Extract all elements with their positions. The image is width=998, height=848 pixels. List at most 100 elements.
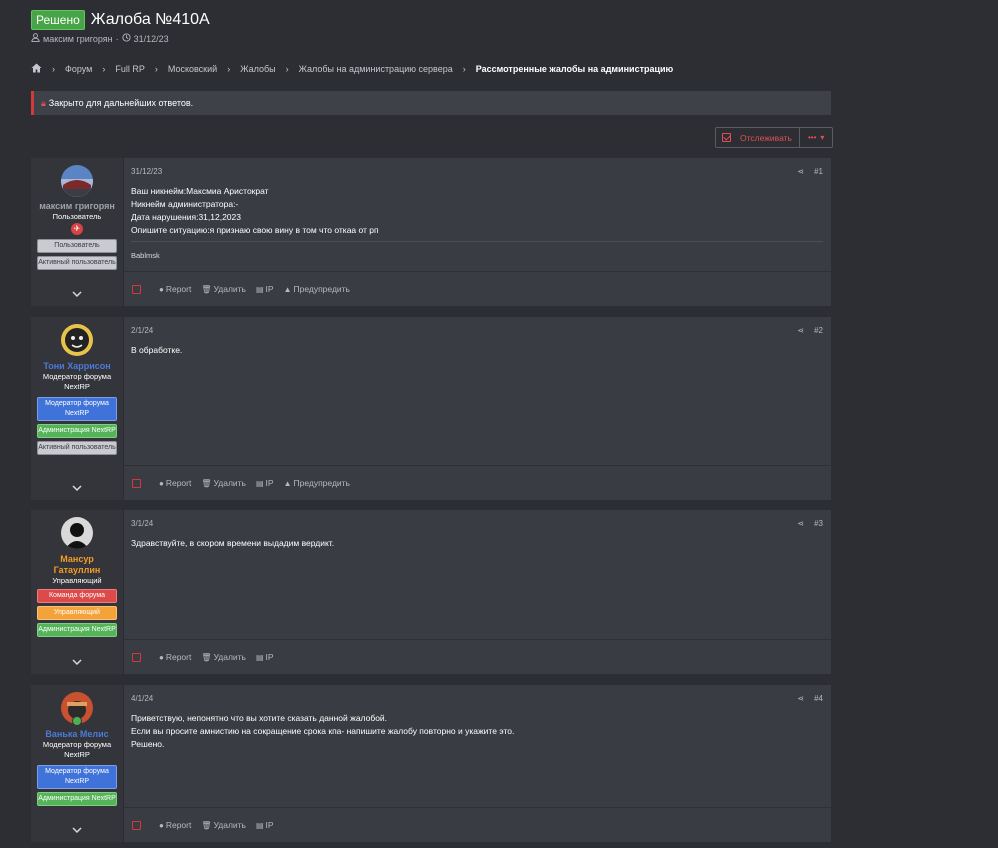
user-title: Управляющий	[52, 576, 102, 585]
chevron-down-icon[interactable]	[72, 484, 82, 495]
warn-button[interactable]: ▲ Предупредить	[284, 284, 350, 294]
breadcrumb-item[interactable]: Форум	[65, 64, 92, 74]
watch-label: Отслеживать	[740, 132, 792, 143]
user-banner: Модератор форума NextRP	[37, 765, 117, 789]
breadcrumb-item[interactable]: Московский	[168, 64, 217, 74]
more-menu-button[interactable]: ••• ▾	[800, 128, 832, 147]
user-banner: Администрация NextRP	[37, 424, 117, 438]
chevron-down-icon[interactable]	[72, 826, 82, 837]
thread-author-link[interactable]: максим григорян	[43, 34, 113, 44]
warning-icon: ▲	[283, 284, 292, 294]
post-user-panel: Тони Харрисон Модератор форума NextRP Мо…	[31, 317, 124, 500]
post-body: 31/12/23 ⋖ #1 Ваш никнейм:Максмиа Аристок…	[124, 158, 831, 306]
post-username[interactable]: максим григорян	[39, 201, 115, 212]
delete-button[interactable]: 🗑︎ Удалить	[201, 478, 246, 488]
trash-icon: 🗑︎	[201, 284, 212, 294]
user-banner: Команда форума	[37, 589, 117, 603]
report-button[interactable]: ● Report	[159, 284, 191, 294]
avatar[interactable]	[61, 692, 93, 726]
warn-button[interactable]: ▲ Предупредить	[284, 478, 350, 488]
post-number[interactable]: #1	[814, 167, 823, 176]
ip-button[interactable]: ▤ IP	[256, 652, 274, 662]
user-banner: Управляющий	[37, 606, 117, 620]
chevron-down-icon[interactable]	[72, 658, 82, 669]
post-number[interactable]: #4	[814, 694, 823, 703]
closed-notice: 🔒︎ Закрыто для дальнейших ответов.	[31, 91, 831, 115]
share-icon[interactable]: ⋖	[797, 167, 804, 176]
post-body: 4/1/24 ⋖ #4 Приветствую, непонятно что вы…	[124, 685, 831, 842]
avatar[interactable]	[61, 517, 93, 549]
share-icon[interactable]: ⋖	[797, 326, 804, 335]
breadcrumb: › Форум › Full RP › Московский › Жалобы …	[31, 63, 673, 75]
delete-button[interactable]: 🗑︎ Удалить	[201, 820, 246, 830]
delete-button[interactable]: 🗑︎ Удалить	[201, 284, 246, 294]
thread-header: Решено Жалоба №410A	[31, 10, 210, 30]
user-title: Модератор форума NextRP	[42, 740, 112, 759]
post-date[interactable]: 3/1/24	[131, 519, 153, 528]
share-icon[interactable]: ⋖	[797, 694, 804, 703]
select-checkbox[interactable]	[132, 652, 141, 662]
post-username[interactable]: Ванька Мелис	[45, 729, 108, 740]
post-date[interactable]: 31/12/23	[131, 167, 162, 176]
home-icon[interactable]	[31, 63, 42, 75]
user-title: Модератор форума NextRP	[42, 372, 112, 391]
more-icon: •••	[807, 133, 817, 142]
chevron-right-icon: ›	[52, 64, 55, 74]
ip-button[interactable]: ▤ IP	[256, 820, 274, 830]
avatar[interactable]	[61, 165, 93, 197]
user-title: Пользователь	[52, 212, 102, 221]
post-actions: ● Report 🗑︎ Удалить ▤ IP	[124, 639, 831, 674]
report-icon: ●	[159, 820, 164, 830]
chevron-down-icon[interactable]	[72, 290, 82, 301]
lock-icon: 🔒︎	[41, 97, 46, 108]
post-actions: ● Report 🗑︎ Удалить ▤ IP ▲ Предупредить	[124, 271, 831, 306]
thread-date[interactable]: 31/12/23	[134, 34, 169, 44]
post-user-panel: Мансур Гатауллин Управляющий Команда фор…	[31, 510, 124, 674]
clock-icon	[122, 33, 131, 44]
post-username[interactable]: Мансур Гатауллин	[42, 554, 112, 576]
select-checkbox[interactable]	[132, 284, 141, 294]
post-username[interactable]: Тони Харрисон	[43, 361, 110, 372]
breadcrumb-item[interactable]: Full RP	[115, 64, 145, 74]
post-date[interactable]: 2/1/24	[131, 326, 153, 335]
signature: Bablmsk	[131, 251, 160, 260]
watch-controls: Отслеживать ••• ▾	[715, 127, 834, 148]
share-icon[interactable]: ⋖	[797, 519, 804, 528]
trash-icon: 🗑︎	[201, 652, 212, 662]
post-user-panel: Ванька Мелис Модератор форума NextRP Мод…	[31, 685, 124, 842]
page-title: Жалоба №410A	[90, 11, 210, 28]
post: максим григорян Пользователь ✈ Пользоват…	[31, 158, 831, 306]
post-date[interactable]: 4/1/24	[131, 694, 153, 703]
breadcrumb-item[interactable]: Жалобы на администрацию сервера	[299, 64, 453, 74]
report-button[interactable]: ● Report	[159, 820, 191, 830]
chevron-down-icon: ▾	[820, 133, 825, 142]
breadcrumb-current[interactable]: Рассмотренные жалобы на администрацию	[476, 64, 674, 74]
avatar[interactable]	[61, 324, 93, 356]
post: Ванька Мелис Модератор форума NextRP Мод…	[31, 685, 831, 842]
watch-button[interactable]: Отслеживать	[716, 128, 800, 147]
thread-meta: максим григорян · 31/12/23	[31, 33, 169, 44]
post-body: 3/1/24 ⋖ #3 Здравствуйте, в скором времен…	[124, 510, 831, 674]
trash-icon: 🗑︎	[201, 820, 212, 830]
post-body: 2/1/24 ⋖ #2 В обработке. ● Report 🗑︎ Удалит…	[124, 317, 831, 500]
post-actions: ● Report 🗑︎ Удалить ▤ IP ▲ Предупредить	[124, 465, 831, 500]
post-content: В обработке.	[131, 345, 183, 355]
chevron-right-icon: ›	[285, 64, 289, 74]
post-number[interactable]: #3	[814, 519, 823, 528]
report-button[interactable]: ● Report	[159, 652, 191, 662]
select-checkbox[interactable]	[132, 820, 141, 830]
id-card-icon: ▤	[255, 478, 264, 488]
delete-button[interactable]: 🗑︎ Удалить	[201, 652, 246, 662]
report-button[interactable]: ● Report	[159, 478, 191, 488]
closed-notice-text: Закрыто для дальнейших ответов.	[48, 98, 194, 108]
breadcrumb-item[interactable]: Жалобы	[240, 64, 275, 74]
select-checkbox[interactable]	[132, 478, 141, 488]
user-rank-icon: ✈	[71, 223, 83, 235]
online-status-icon	[72, 716, 82, 726]
report-icon: ●	[159, 284, 164, 294]
user-banner: Активный пользователь	[37, 256, 117, 270]
ip-button[interactable]: ▤ IP	[256, 478, 274, 488]
post-number[interactable]: #2	[814, 326, 823, 335]
chevron-right-icon: ›	[227, 64, 231, 74]
ip-button[interactable]: ▤ IP	[256, 284, 274, 294]
